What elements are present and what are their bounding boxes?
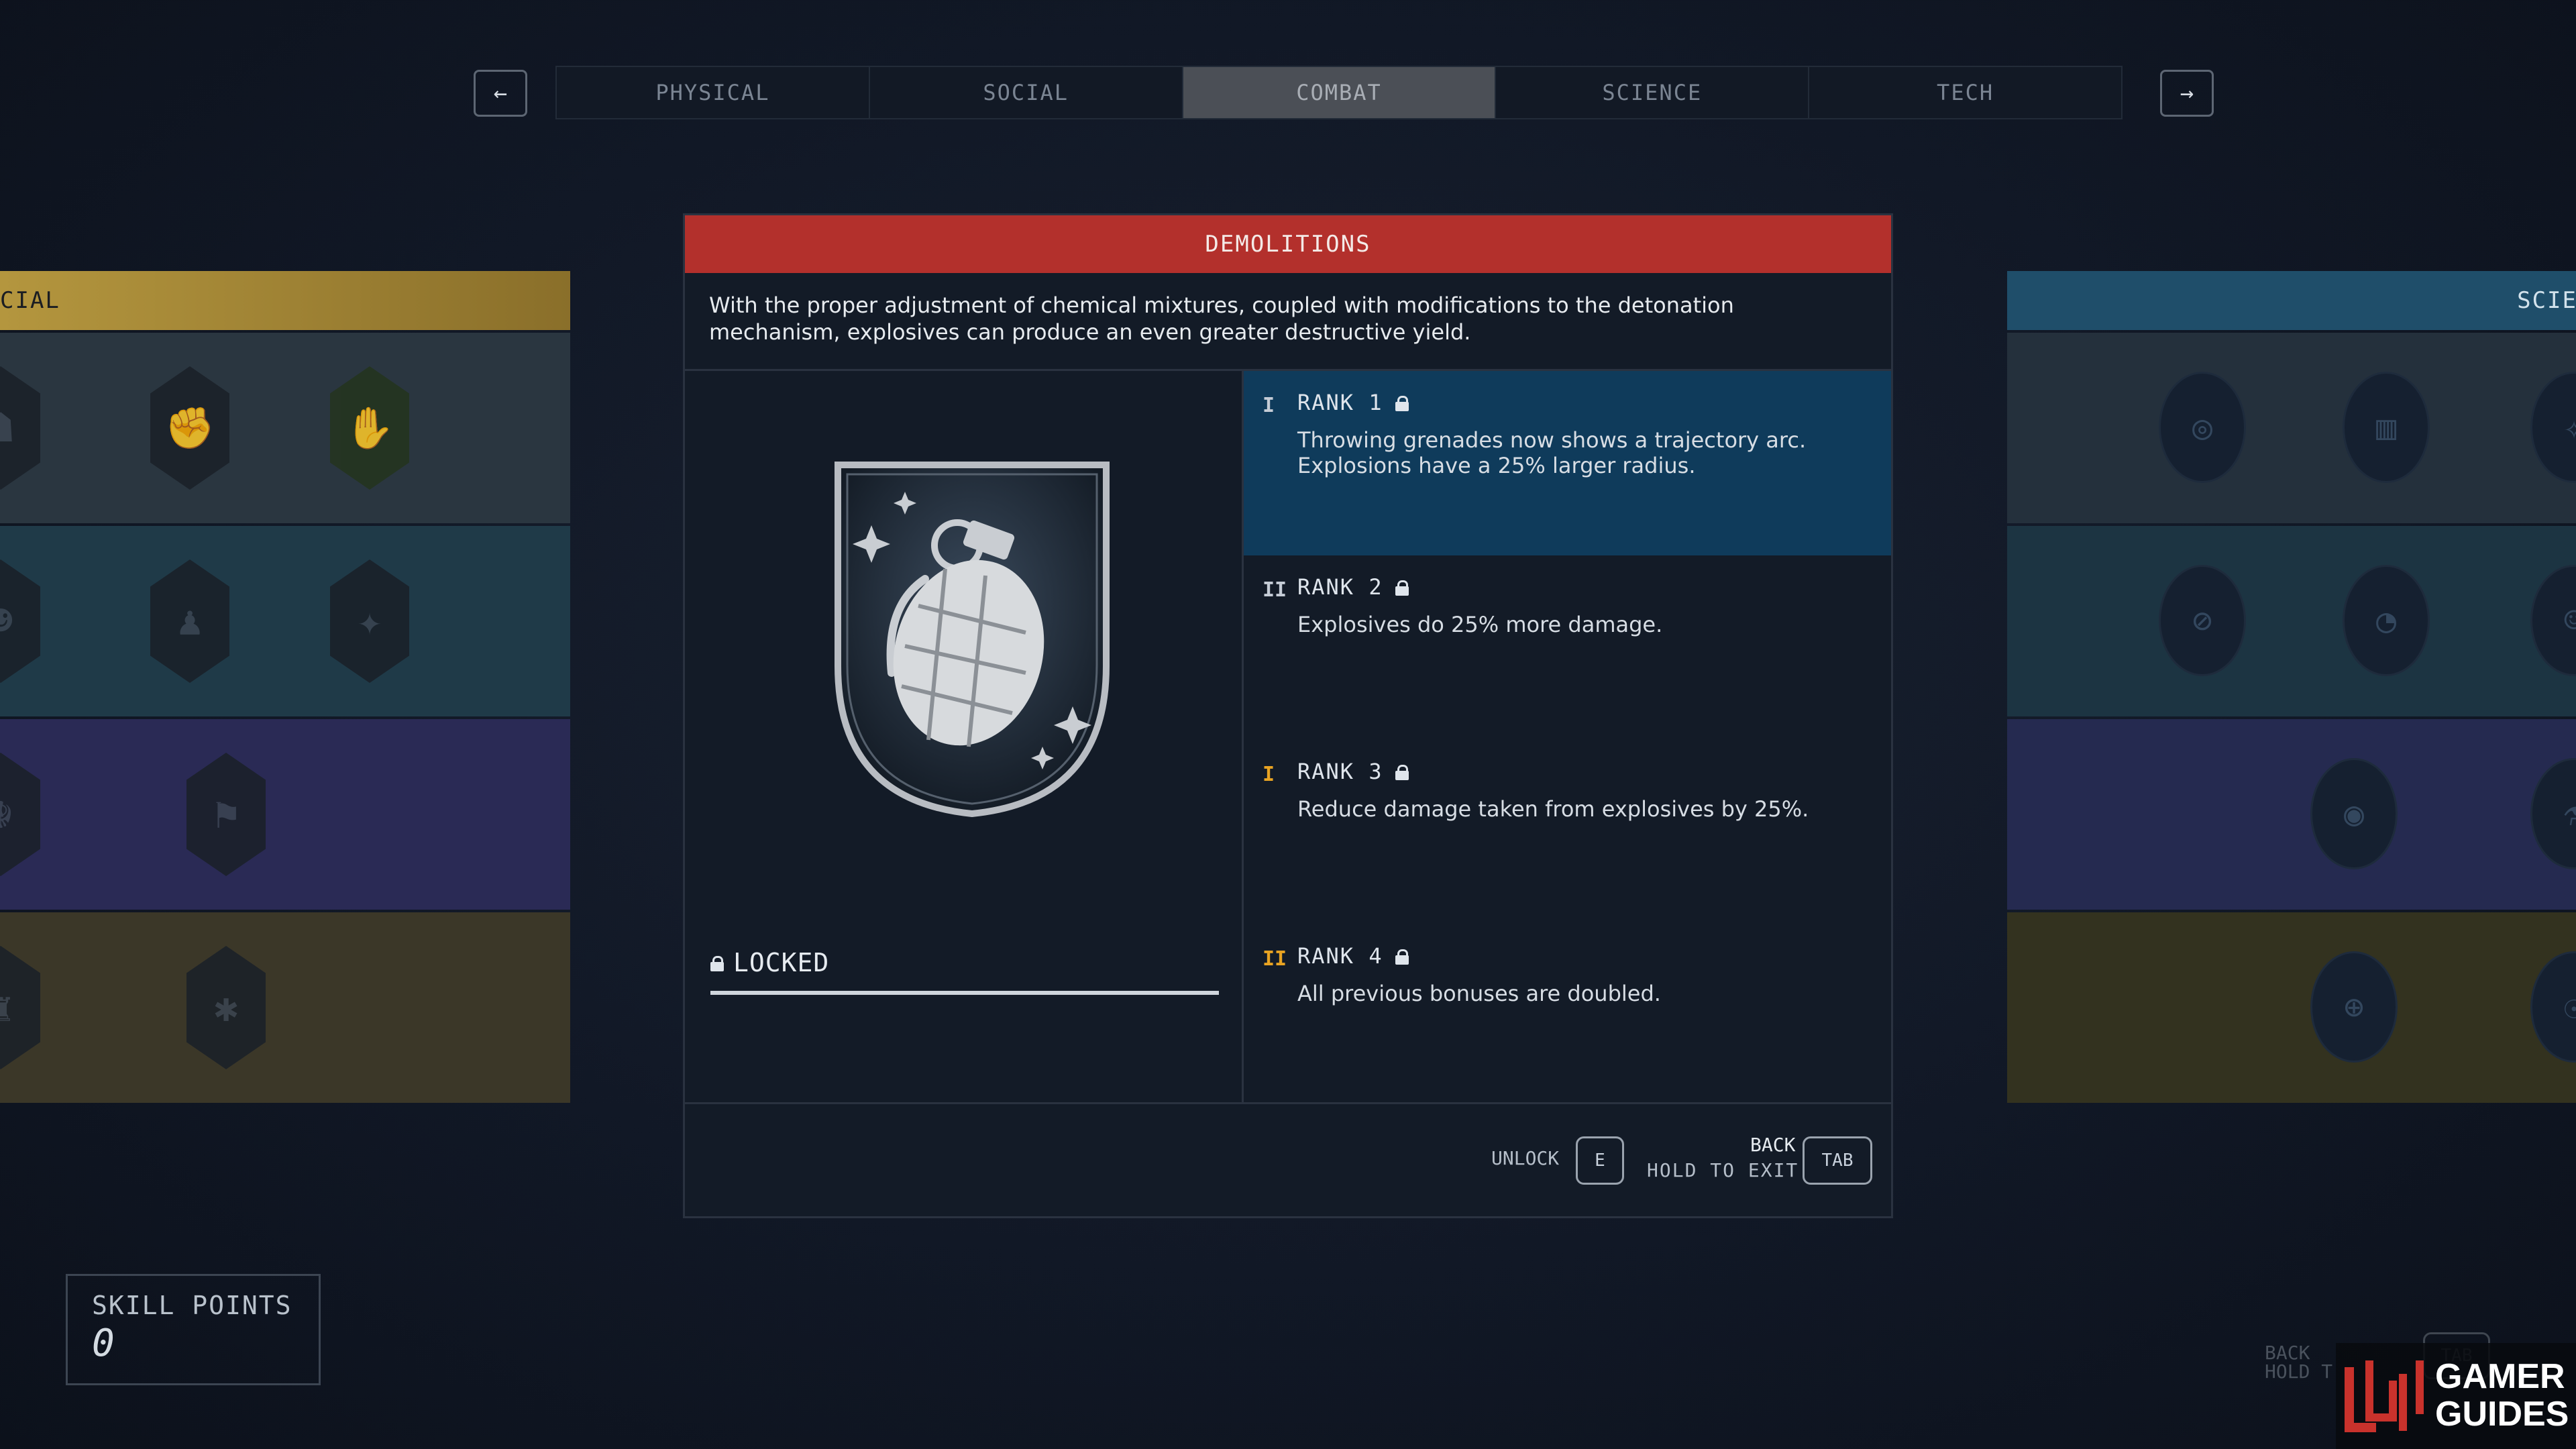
- skill-row-2: ☻ ♟ ✦: [0, 526, 570, 716]
- gamer-guides-watermark: GAMER GUIDES: [2336, 1343, 2576, 1449]
- skill-detail-card: DEMOLITIONS With the proper adjustment o…: [683, 213, 1893, 1218]
- skill-icon[interactable]: ☺: [2530, 565, 2576, 676]
- rank-marker-icon: II: [1263, 947, 1287, 971]
- grenade-badge-icon: [835, 462, 1110, 818]
- rank-marker-icon: I: [1263, 394, 1275, 417]
- skill-icon[interactable]: ⚑: [186, 753, 266, 876]
- rank-marker-icon: II: [1263, 578, 1287, 602]
- gamer-guides-logo-icon: [2345, 1360, 2424, 1432]
- social-skill-tree-panel: CIAL ☗ ✊ ✋ ☻ ♟ ✦ ☬ ⚑ ♜ ✱: [0, 271, 570, 1105]
- skill-row-4: ♜ ✱: [0, 912, 570, 1103]
- back-key-button[interactable]: TAB: [1803, 1136, 1872, 1185]
- skill-icon[interactable]: ☗: [0, 366, 40, 490]
- skill-row-1: ◎ ▥ ✧: [2007, 333, 2576, 523]
- skill-row-3: ◉ ⚗: [2007, 719, 2576, 910]
- hold-to-exit-label: HOLD TO EXIT: [1647, 1159, 1799, 1181]
- lock-icon: [710, 956, 724, 971]
- lock-icon: [1395, 580, 1409, 596]
- rank-4[interactable]: II RANK 4 All previous bonuses are doubl…: [1244, 924, 1891, 1109]
- skill-icon[interactable]: ⊕: [2310, 951, 2398, 1063]
- skill-icon[interactable]: ⊘: [2159, 565, 2246, 676]
- skill-row-1: ☗ ✊ ✋: [0, 333, 570, 523]
- tab-science[interactable]: SCIENCE: [1496, 67, 1810, 118]
- skill-row-4: ⊕ ☉: [2007, 912, 2576, 1103]
- lock-icon: [1395, 396, 1409, 411]
- back-label: BACK: [1750, 1134, 1796, 1156]
- social-panel-header: CIAL: [0, 271, 570, 330]
- prev-category-button[interactable]: ←: [474, 70, 527, 117]
- rank-2[interactable]: II RANK 2 Explosives do 25% more damage.: [1244, 555, 1891, 740]
- skill-icon[interactable]: ✦: [330, 559, 409, 683]
- unlock-key-button[interactable]: E: [1576, 1136, 1624, 1185]
- tab-physical[interactable]: PHYSICAL: [557, 67, 870, 118]
- lock-icon: [1395, 765, 1409, 780]
- bg-hold-hint: HOLD T: [2265, 1360, 2333, 1383]
- skill-icon[interactable]: ♟: [150, 559, 229, 683]
- skill-icon[interactable]: ✊: [150, 366, 229, 490]
- arrow-right-icon: →: [2180, 80, 2194, 107]
- arrow-left-icon: ←: [493, 80, 508, 107]
- rank-3[interactable]: I RANK 3 Reduce damage taken from explos…: [1244, 740, 1891, 924]
- skill-icon-unlocked[interactable]: ✋: [330, 366, 409, 490]
- skill-row-3: ☬ ⚑: [0, 719, 570, 910]
- skill-title: DEMOLITIONS: [685, 215, 1891, 273]
- rank-1[interactable]: I RANK 1 Throwing grenades now shows a t…: [1244, 371, 1891, 555]
- lock-icon: [1395, 949, 1409, 965]
- skill-icon[interactable]: ⚗: [2530, 758, 2576, 869]
- skill-badge-area: LOCKED: [685, 371, 1244, 1102]
- progress-bar: [710, 991, 1219, 995]
- rank-list: I RANK 1 Throwing grenades now shows a t…: [1244, 371, 1891, 1102]
- card-footer: UNLOCK E BACK HOLD TO EXIT TAB: [685, 1104, 1891, 1216]
- skill-icon[interactable]: ☻: [0, 559, 40, 683]
- skill-icon[interactable]: ✧: [2530, 372, 2576, 483]
- skill-icon[interactable]: ☬: [0, 753, 40, 876]
- skill-description: With the proper adjustment of chemical m…: [685, 273, 1891, 371]
- skill-icon[interactable]: ♜: [0, 946, 40, 1069]
- science-panel-header: SCIE: [2007, 271, 2576, 330]
- skill-icon[interactable]: ✱: [186, 946, 266, 1069]
- skill-points-value: 0: [92, 1322, 115, 1365]
- rank-marker-icon: I: [1263, 763, 1275, 786]
- lock-status: LOCKED: [710, 948, 829, 977]
- skill-icon[interactable]: ☉: [2530, 951, 2576, 1063]
- tab-combat[interactable]: COMBAT: [1183, 67, 1497, 118]
- skill-points-box: SKILL POINTS 0: [66, 1274, 321, 1385]
- next-category-button[interactable]: →: [2160, 70, 2214, 117]
- skill-points-label: SKILL POINTS: [92, 1291, 292, 1320]
- skill-icon[interactable]: ◉: [2310, 758, 2398, 869]
- skill-icon[interactable]: ◔: [2343, 565, 2430, 676]
- tab-tech[interactable]: TECH: [1809, 67, 2121, 118]
- tab-social[interactable]: SOCIAL: [869, 67, 1183, 118]
- category-tabs: PHYSICAL SOCIAL COMBAT SCIENCE TECH: [555, 66, 2123, 119]
- skill-row-2: ⊘ ◔ ☺: [2007, 526, 2576, 716]
- skill-icon[interactable]: ◎: [2159, 372, 2246, 483]
- unlock-label: UNLOCK: [1491, 1147, 1560, 1169]
- skill-icon[interactable]: ▥: [2343, 372, 2430, 483]
- science-skill-tree-panel: SCIE ◎ ▥ ✧ ⊘ ◔ ☺ ◉ ⚗ ⊕ ☉: [2007, 271, 2576, 1105]
